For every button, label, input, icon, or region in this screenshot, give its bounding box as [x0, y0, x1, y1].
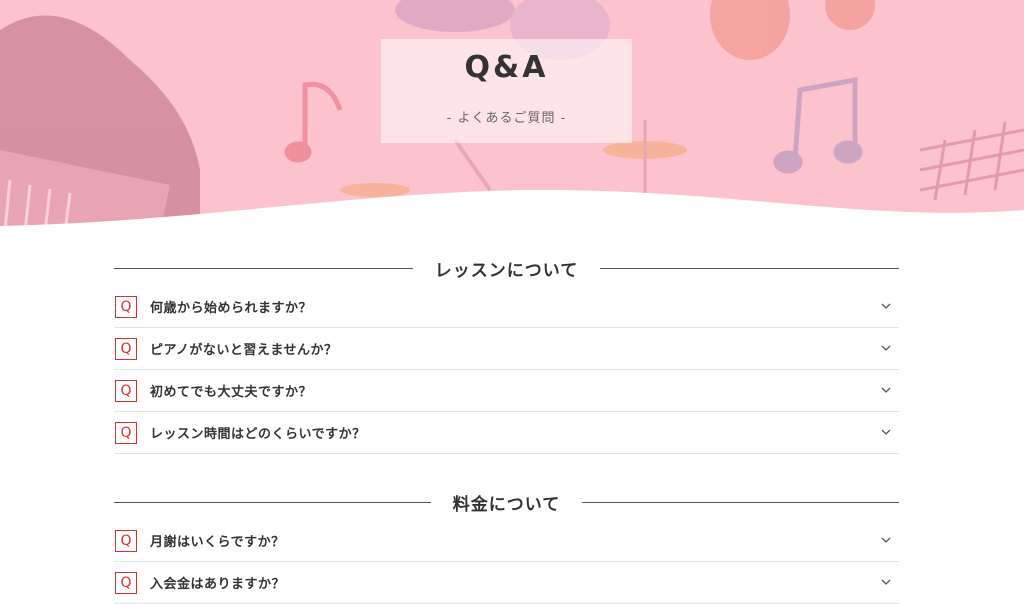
- faq-question: ピアノがないと習えませんか？: [150, 343, 338, 358]
- faq-item[interactable]: Q レッスン時間はどのくらいですか？: [114, 412, 899, 454]
- faq-item[interactable]: Q 初めてでも大丈夫ですか？: [114, 370, 899, 412]
- faq-question: 初めてでも大丈夫ですか？: [150, 385, 313, 400]
- section-heading-lessons: レッスンについて: [114, 250, 899, 286]
- chevron-down-icon[interactable]: [881, 578, 891, 586]
- heading-divider-left: [114, 267, 413, 269]
- faq-item[interactable]: Q 何歳から始められますか？: [114, 286, 899, 328]
- hero-banner: Q&A - よくあるご質問 -: [0, 0, 1024, 232]
- heading-divider-right: [600, 267, 899, 269]
- page-title: Q&A: [464, 50, 549, 85]
- page-title-box: Q&A - よくあるご質問 -: [381, 39, 632, 143]
- faq-content: レッスンについて Q 何歳から始められますか？ Q ピアノがないと習えませんか？…: [114, 250, 899, 604]
- chevron-down-icon[interactable]: [881, 344, 891, 352]
- page-subtitle: - よくあるご質問 -: [446, 111, 567, 126]
- faq-question: 月謝はいくらですか？: [150, 535, 285, 550]
- chevron-down-icon[interactable]: [881, 386, 891, 394]
- chevron-down-icon[interactable]: [881, 536, 891, 544]
- chevron-down-icon[interactable]: [881, 428, 891, 436]
- question-marker: Q: [115, 529, 137, 552]
- question-marker: Q: [115, 337, 137, 360]
- heading-divider-right: [582, 501, 899, 503]
- faq-list-fees: Q 月謝はいくらですか？ Q 入会金はありますか？: [114, 520, 899, 604]
- chevron-down-icon[interactable]: [881, 302, 891, 310]
- question-marker: Q: [115, 571, 137, 594]
- faq-question: レッスン時間はどのくらいですか？: [150, 427, 366, 442]
- faq-item[interactable]: Q ピアノがないと習えませんか？: [114, 328, 899, 370]
- faq-question: 何歳から始められますか？: [150, 301, 313, 316]
- question-marker: Q: [115, 379, 137, 402]
- faq-item[interactable]: Q 月謝はいくらですか？: [114, 520, 899, 562]
- section-heading-fees: 料金について: [114, 484, 899, 520]
- section-heading-label: 料金について: [452, 494, 561, 515]
- question-marker: Q: [115, 421, 137, 444]
- heading-divider-left: [114, 501, 431, 503]
- faq-item[interactable]: Q 入会金はありますか？: [114, 562, 899, 604]
- faq-list-lessons: Q 何歳から始められますか？ Q ピアノがないと習えませんか？ Q 初めてでも大…: [114, 286, 899, 454]
- section-heading-label: レッスンについて: [434, 260, 579, 281]
- question-marker: Q: [115, 295, 137, 318]
